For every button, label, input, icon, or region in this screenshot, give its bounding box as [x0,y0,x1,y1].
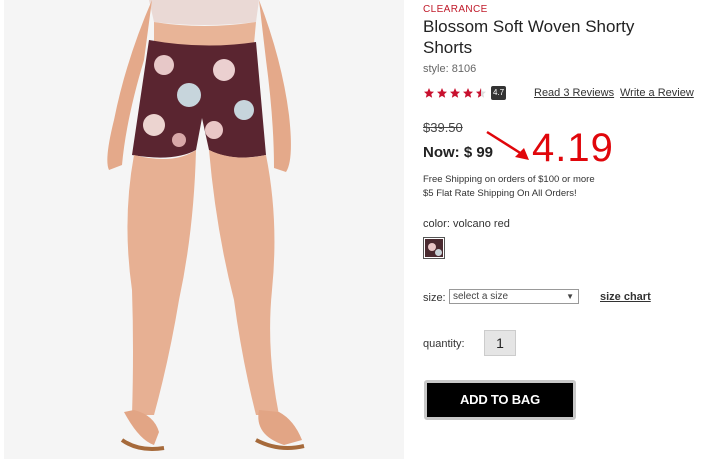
product-title: Blossom Soft Woven Shorty Shorts [423,17,635,57]
free-shipping-note: Free Shipping on orders of $100 or more [423,174,595,185]
clearance-badge: CLEARANCE [423,4,488,15]
size-chart-link[interactable]: size chart [600,291,651,303]
half-star-icon [476,88,486,98]
star-icon [450,88,460,98]
style-number: style: 8106 [423,63,477,75]
quantity-label: quantity: [423,338,465,350]
color-swatch-volcano-red[interactable] [423,237,445,259]
sale-price: Now: $ 99 [423,144,494,161]
flat-rate-shipping-note: $5 Flat Rate Shipping On All Orders! [423,188,577,199]
write-review-link[interactable]: Write a Review [620,87,694,99]
star-icon [463,88,473,98]
chevron-down-icon: ▼ [566,292,574,301]
star-icon [424,88,434,98]
add-to-bag-button[interactable]: ADD TO BAG [424,380,576,420]
annotation-price: 4.19 [532,126,614,170]
original-price: $39.50 [423,120,463,135]
color-label: color: volcano red [423,218,510,230]
rating-value-badge: 4.7 [491,86,507,100]
read-reviews-link[interactable]: Read 3 Reviews [534,87,614,99]
star-rating: 4.7 [423,86,507,100]
size-label: size: [423,292,446,304]
quantity-input[interactable]: 1 [484,330,516,356]
size-select[interactable]: select a size ▼ [449,289,579,304]
star-icon [437,88,447,98]
size-select-value: select a size [453,291,509,302]
product-image [4,0,404,459]
annotation-arrow-icon [486,130,529,160]
